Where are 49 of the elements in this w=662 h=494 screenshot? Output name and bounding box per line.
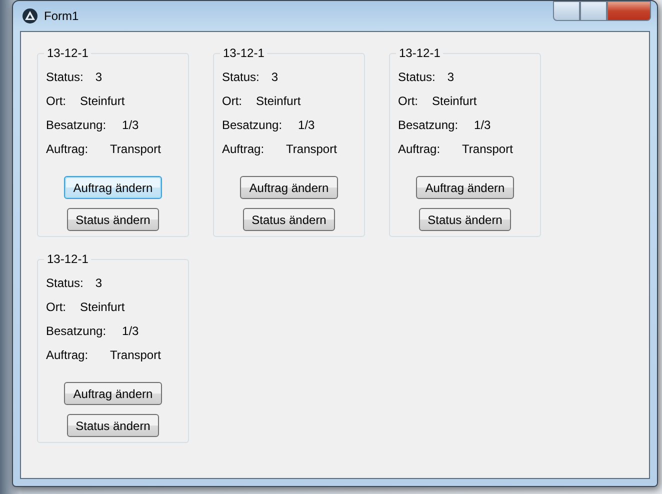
field-label: Besatzung: [46,118,106,132]
field-label: Status: [46,276,84,290]
field-value: 1/3 [298,118,315,132]
group-title: 13-12-1 [44,46,92,60]
window-title: Form1 [44,9,79,23]
minimize-button[interactable] [553,1,580,21]
field-value: Transport [110,142,161,156]
field-value: 3 [95,276,102,290]
field-label: Auftrag: [46,348,88,362]
change-status-button[interactable]: Status ändern [418,208,512,231]
field-label: Ort: [46,94,66,108]
close-button[interactable] [607,1,651,21]
group-title: 13-12-1 [44,252,92,266]
field-label: Besatzung: [398,118,458,132]
field-label: Besatzung: [46,324,106,338]
change-order-button[interactable]: Auftrag ändern [64,382,162,405]
field-value: Steinfurt [432,94,477,108]
field-value: 1/3 [474,118,491,132]
field-label: Ort: [398,94,418,108]
field-value: 1/3 [122,324,139,338]
change-status-button[interactable]: Status ändern [66,414,160,437]
group-title: 13-12-1 [396,46,444,60]
change-order-button[interactable]: Auftrag ändern [416,176,514,199]
field-label: Besatzung: [222,118,282,132]
field-label: Status: [398,70,436,84]
field-label: Status: [222,70,260,84]
change-status-button[interactable]: Status ändern [242,208,336,231]
field-value: 3 [95,70,102,84]
field-label: Status: [46,70,84,84]
field-label: Ort: [222,94,242,108]
field-value: 1/3 [122,118,139,132]
field-label: Ort: [46,300,66,314]
change-status-button[interactable]: Status ändern [66,208,160,231]
field-value: Steinfurt [80,300,125,314]
field-label: Auftrag: [222,142,264,156]
field-label: Auftrag: [46,142,88,156]
group-title: 13-12-1 [220,46,268,60]
field-value: 3 [447,70,454,84]
field-value: Transport [110,348,161,362]
field-value: Transport [462,142,513,156]
field-value: Steinfurt [256,94,301,108]
field-value: Steinfurt [80,94,125,108]
app-icon [22,8,38,24]
field-label: Auftrag: [398,142,440,156]
maximize-button[interactable] [580,1,607,21]
field-value: Transport [286,142,337,156]
field-value: 3 [271,70,278,84]
change-order-button[interactable]: Auftrag ändern [64,176,162,199]
change-order-button[interactable]: Auftrag ändern [240,176,338,199]
